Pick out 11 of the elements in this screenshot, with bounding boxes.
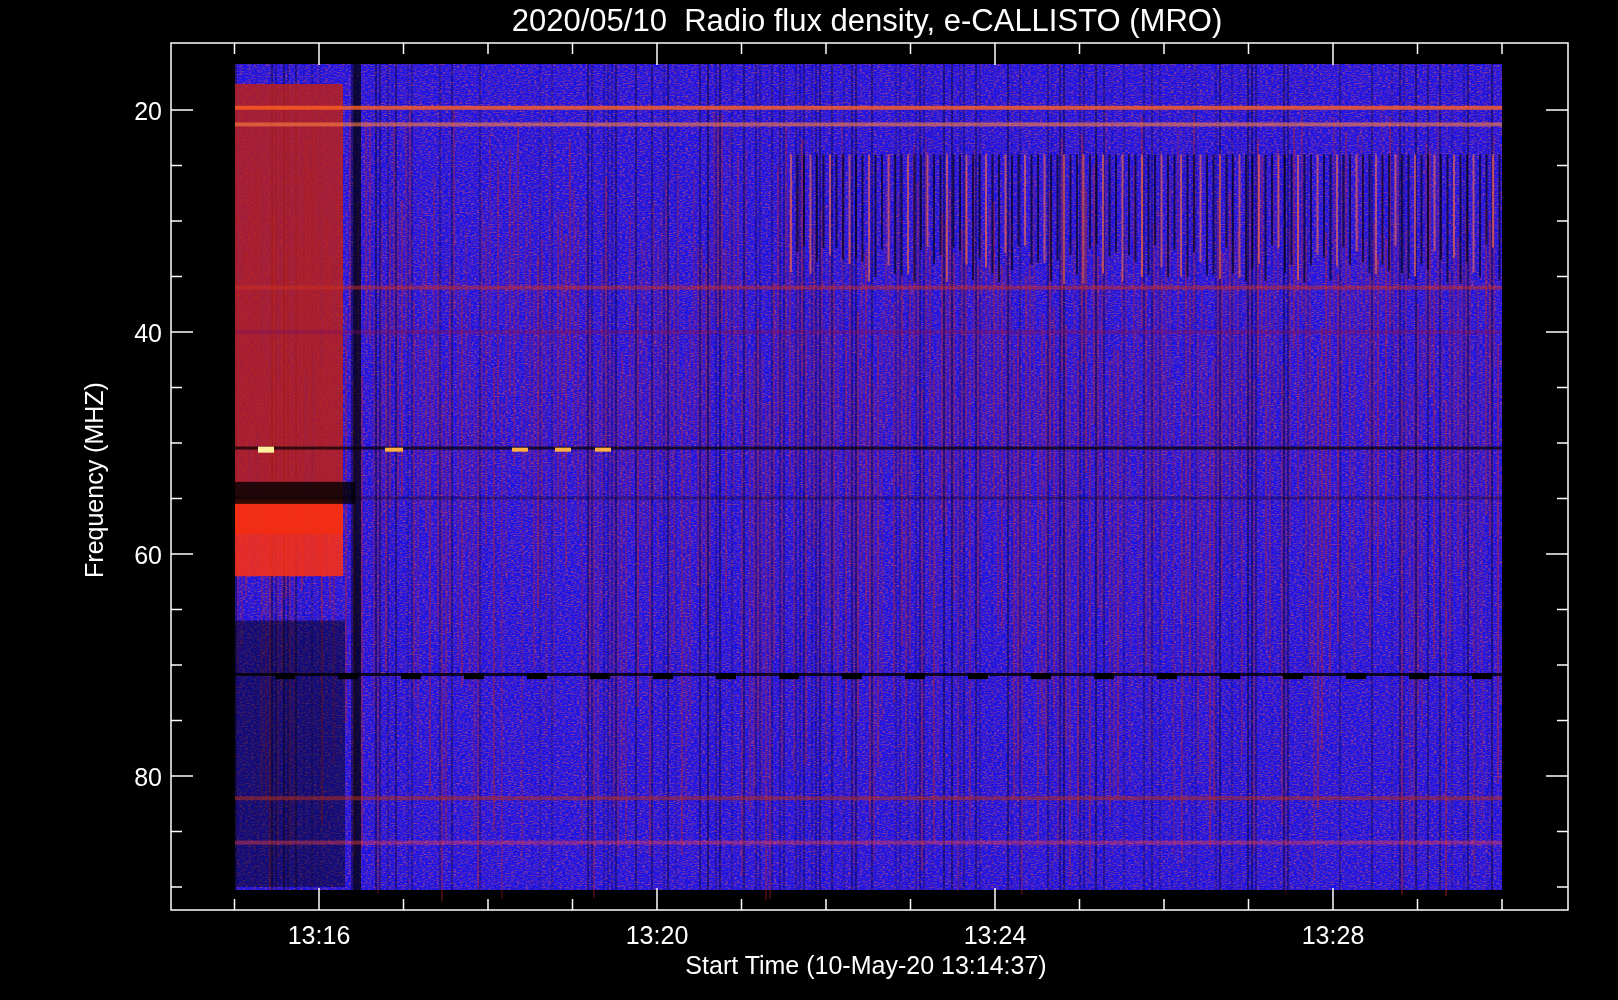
x-axis-label: Start Time (10-May-20 13:14:37)	[685, 951, 1047, 979]
x-tick-label: 13:28	[1301, 921, 1365, 949]
x-tick-label: 13:24	[963, 921, 1027, 949]
chart-title: 2020/05/10 Radio flux density, e-CALLISTO (MRO)	[511, 3, 1223, 38]
x-tick-label: 13:20	[625, 921, 689, 949]
x-tick-label: 13:16	[287, 921, 351, 949]
y-tick-label: 40	[134, 319, 162, 347]
y-tick-label: 60	[134, 541, 162, 569]
y-tick-label: 80	[134, 763, 162, 791]
y-axis-label: Frequency (MHZ)	[80, 382, 108, 578]
y-tick-label: 20	[134, 97, 162, 125]
